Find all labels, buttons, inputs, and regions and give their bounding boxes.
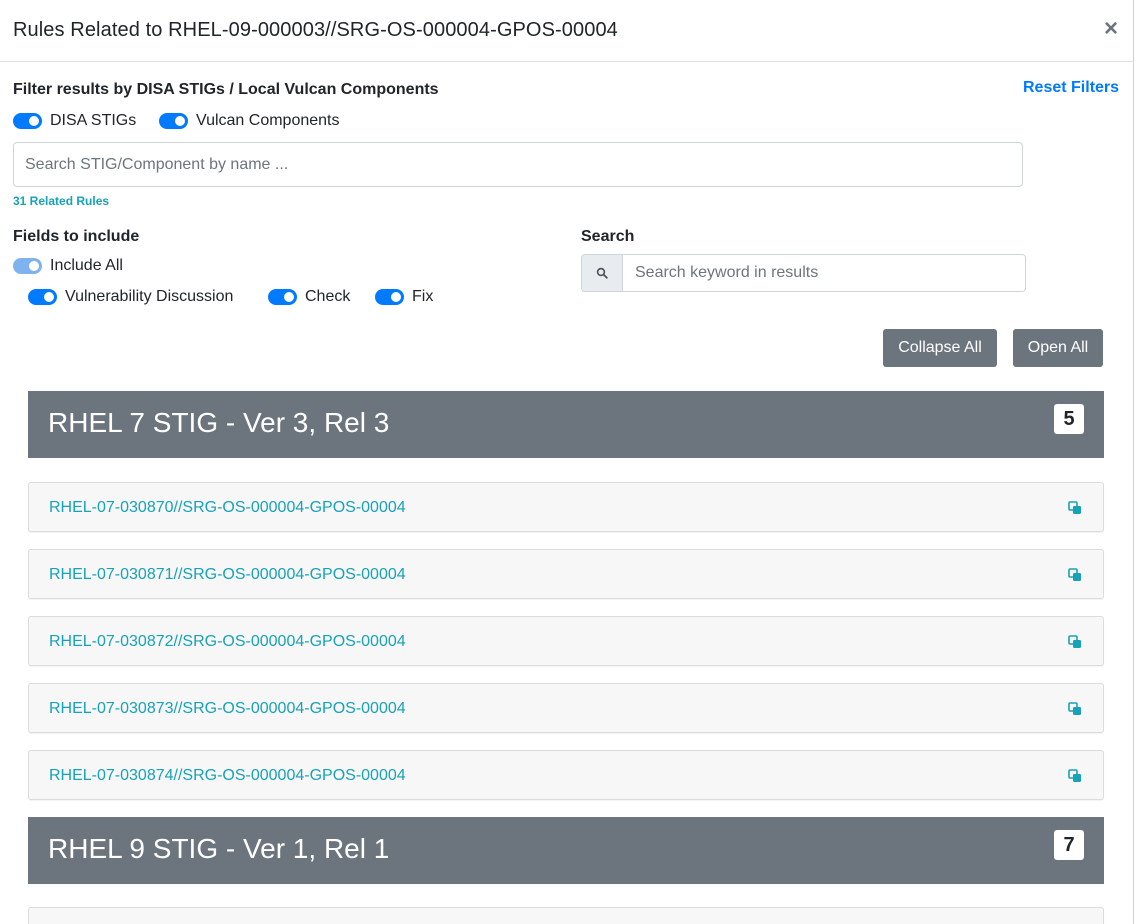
rule-count-badge: 5 [1054, 404, 1084, 434]
toggle-label: Vulcan Components [196, 112, 340, 129]
rule-link[interactable]: RHEL-07-030871//SRG-OS-000004-GPOS-00004 [49, 566, 406, 584]
copy-icon[interactable] [1067, 634, 1083, 650]
rule-card: RHEL-07-030871//SRG-OS-000004-GPOS-00004 [28, 549, 1104, 599]
rule-card: RHEL-07-030874//SRG-OS-000004-GPOS-00004 [28, 750, 1104, 800]
related-rules-modal: Rules Related to RHEL-09-000003//SRG-OS-… [0, 0, 1134, 924]
search-label: Search [581, 228, 635, 245]
copy-icon[interactable] [1067, 567, 1083, 583]
toggle-switch-icon [13, 113, 42, 129]
rule-card: RHEL-07-030872//SRG-OS-000004-GPOS-00004 [28, 616, 1104, 666]
stig-group-title: RHEL 7 STIG - Ver 3, Rel 3 [48, 407, 390, 438]
toggle-switch-icon [375, 289, 404, 305]
toggle-label: DISA STIGs [50, 112, 137, 129]
toggle-disa-stigs[interactable]: DISA STIGs [13, 110, 136, 132]
search-icon [582, 255, 623, 291]
copy-icon[interactable] [1067, 701, 1083, 717]
toggle-check[interactable]: Check [268, 286, 350, 308]
reset-filters-link[interactable]: Reset Filters [1023, 79, 1119, 97]
rule-card: RHEL-07-030870//SRG-OS-000004-GPOS-00004 [28, 482, 1104, 532]
modal-header: Rules Related to RHEL-09-000003//SRG-OS-… [0, 0, 1134, 62]
stig-group-header[interactable]: RHEL 9 STIG - Ver 1, Rel 1 7 [28, 817, 1104, 884]
rule-link[interactable]: RHEL-07-030870//SRG-OS-000004-GPOS-00004 [49, 499, 406, 517]
stig-group-title: RHEL 9 STIG - Ver 1, Rel 1 [48, 833, 390, 864]
keyword-search-group [581, 254, 1026, 292]
rule-link[interactable]: RHEL-07-030874//SRG-OS-000004-GPOS-00004 [49, 767, 406, 785]
copy-icon[interactable] [1067, 500, 1083, 516]
toggle-label: Check [305, 288, 351, 305]
copy-icon[interactable] [1067, 768, 1083, 784]
modal-title: Rules Related to RHEL-09-000003//SRG-OS-… [13, 19, 618, 41]
rule-link[interactable]: RHEL-07-030872//SRG-OS-000004-GPOS-00004 [49, 633, 406, 651]
filter-label: Filter results by DISA STIGs / Local Vul… [13, 81, 439, 98]
collapse-all-button[interactable]: Collapse All [883, 329, 997, 367]
fields-to-include-label: Fields to include [13, 228, 140, 245]
toggle-switch-icon [13, 258, 42, 274]
close-button[interactable]: × [1100, 16, 1122, 42]
open-all-button[interactable]: Open All [1013, 329, 1103, 367]
toggle-vulnerability-discussion[interactable]: Vulnerability Discussion [28, 286, 233, 308]
keyword-search-input[interactable] [623, 255, 1025, 291]
toggle-include-all[interactable]: Include All [13, 255, 123, 277]
related-rules-count: 31 Related Rules [13, 194, 110, 208]
rule-card [28, 907, 1104, 924]
toggle-switch-icon [28, 289, 57, 305]
toggle-label: Fix [412, 288, 434, 305]
rule-link[interactable]: RHEL-07-030873//SRG-OS-000004-GPOS-00004 [49, 700, 406, 718]
toggle-switch-icon [159, 113, 188, 129]
search-stig-component-input[interactable] [13, 142, 1023, 187]
rule-count-badge: 7 [1054, 830, 1084, 860]
toggle-switch-icon [268, 289, 297, 305]
toggle-fix[interactable]: Fix [375, 286, 433, 308]
toggle-label: Include All [50, 257, 123, 274]
stig-group-header[interactable]: RHEL 7 STIG - Ver 3, Rel 3 5 [28, 391, 1104, 458]
toggle-label: Vulnerability Discussion [65, 288, 234, 305]
rule-card: RHEL-07-030873//SRG-OS-000004-GPOS-00004 [28, 683, 1104, 733]
toggle-vulcan-components[interactable]: Vulcan Components [159, 110, 340, 132]
